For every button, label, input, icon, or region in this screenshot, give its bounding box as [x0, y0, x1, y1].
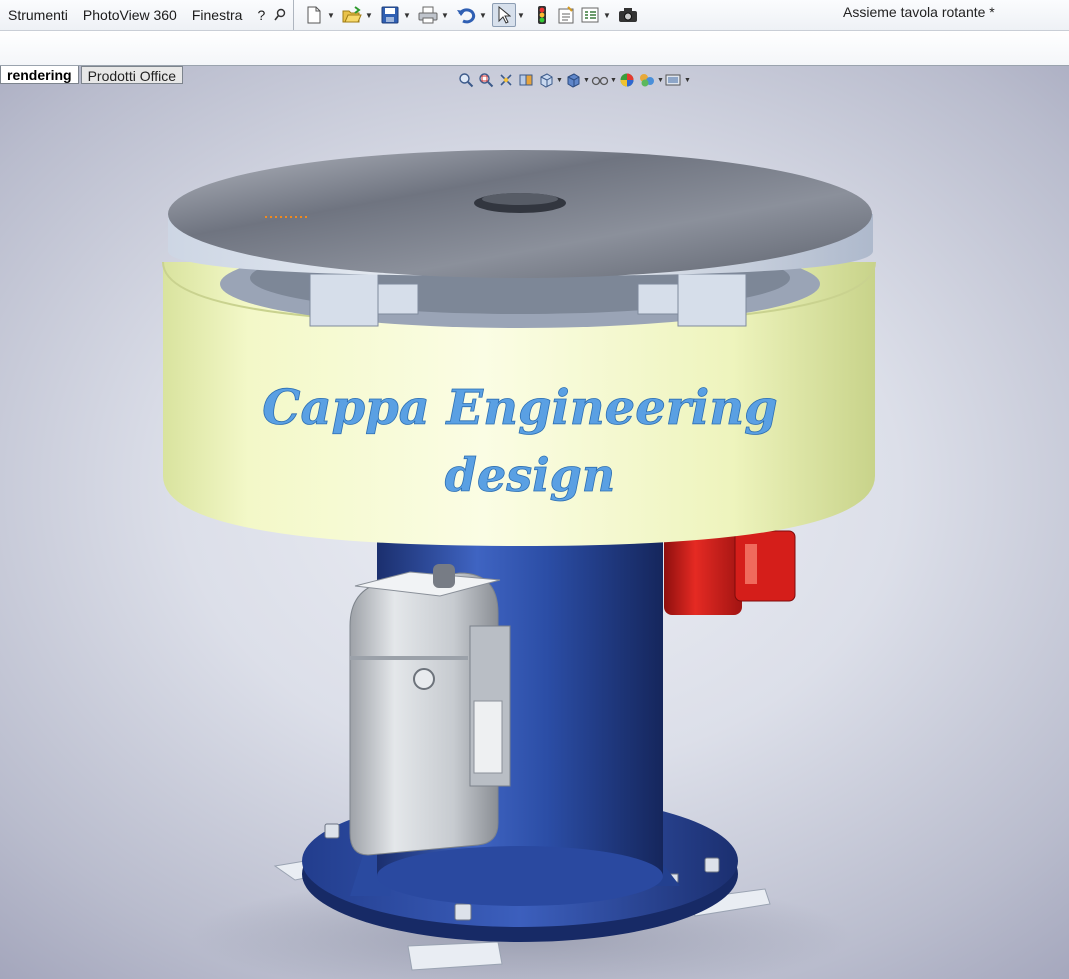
select-dropdown-arrow[interactable]: ▼ — [516, 3, 526, 27]
view-orientation-dropdown[interactable]: ▼ — [556, 77, 563, 84]
section-view-icon[interactable] — [516, 70, 536, 90]
new-document-icon[interactable] — [302, 3, 326, 27]
view-orientation-icon[interactable] — [536, 70, 556, 90]
caption-line-2: design — [445, 448, 615, 502]
traffic-light-icon[interactable] — [530, 3, 554, 27]
display-style-icon[interactable] — [563, 70, 583, 90]
save-icon[interactable] — [378, 3, 402, 27]
document-title: Assieme tavola rotante * — [843, 4, 995, 20]
hide-show-items-icon[interactable] — [590, 70, 610, 90]
display-style-dropdown[interactable]: ▼ — [583, 77, 590, 84]
zoom-to-fit-icon[interactable] — [456, 70, 476, 90]
menu-toolbar-bar: Strumenti PhotoView 360 Finestra ? ▼ ▼ ▼… — [0, 0, 1069, 31]
previous-view-icon[interactable] — [496, 70, 516, 90]
edit-appearance-icon[interactable] — [617, 70, 637, 90]
print-dropdown-arrow[interactable]: ▼ — [440, 3, 450, 27]
command-manager-strip — [0, 31, 1069, 66]
camera-icon[interactable] — [616, 3, 640, 27]
heads-up-view-toolbar: ▼ ▼ ▼ ▼ ▼ — [456, 70, 691, 90]
new-dropdown-arrow[interactable]: ▼ — [326, 3, 336, 27]
grey-motor — [349, 564, 511, 856]
file-properties-icon[interactable] — [554, 3, 578, 27]
select-pointer-icon[interactable] — [492, 3, 516, 27]
menu-strumenti[interactable]: Strumenti — [8, 2, 68, 28]
tab-prodotti-office[interactable]: Prodotti Office — [80, 66, 184, 84]
standard-toolbar: ▼ ▼ ▼ ▼ ▼ ▼ ▼ — [302, 2, 640, 28]
hide-show-dropdown[interactable]: ▼ — [610, 77, 617, 84]
apply-scene-dropdown[interactable]: ▼ — [657, 77, 664, 84]
caption-line-1: Cappa Engineering — [262, 380, 777, 436]
rendered-rotary-table-model[interactable]: Cappa Engineering design — [0, 66, 1069, 979]
options-list-icon[interactable] — [578, 3, 602, 27]
undo-icon[interactable] — [454, 3, 478, 27]
menu-finestra[interactable]: Finestra — [192, 2, 243, 28]
save-dropdown-arrow[interactable]: ▼ — [402, 3, 412, 27]
undo-dropdown-arrow[interactable]: ▼ — [478, 3, 488, 27]
pin-icon[interactable] — [273, 8, 287, 22]
open-dropdown-arrow[interactable]: ▼ — [364, 3, 374, 27]
apply-scene-icon[interactable] — [637, 70, 657, 90]
open-folder-icon[interactable] — [340, 3, 364, 27]
view-settings-dropdown[interactable]: ▼ — [684, 77, 691, 84]
menu-photoview360[interactable]: PhotoView 360 — [83, 2, 177, 28]
print-icon[interactable] — [416, 3, 440, 27]
task-tabs: rendering Prodotti Office — [0, 66, 184, 84]
menu-help[interactable]: ? — [257, 2, 265, 28]
options-dropdown-arrow[interactable]: ▼ — [602, 3, 612, 27]
tab-rendering[interactable]: rendering — [0, 66, 79, 84]
view-settings-icon[interactable] — [664, 70, 684, 90]
zoom-area-icon[interactable] — [476, 70, 496, 90]
menu-bar: Strumenti PhotoView 360 Finestra ? — [0, 0, 295, 30]
graphics-area[interactable]: rendering Prodotti Office ▼ ▼ ▼ ▼ ▼ Capp… — [0, 66, 1069, 979]
